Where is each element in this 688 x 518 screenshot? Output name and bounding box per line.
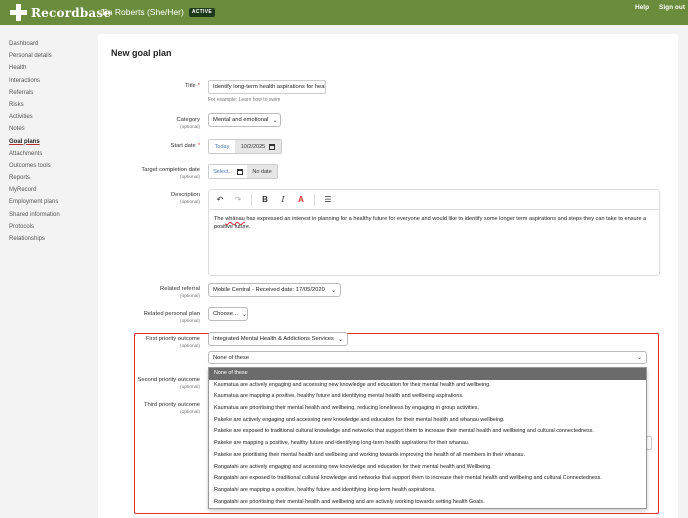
dropdown-option[interactable]: Kaumatua are actively engaging and acces… — [209, 380, 646, 392]
help-link[interactable]: Help — [635, 4, 649, 11]
patient-header: Tia Roberts (She/Her) ACTIVE — [101, 7, 215, 17]
sidebar-item-reports[interactable]: Reports — [9, 172, 89, 184]
text-color-icon[interactable]: A — [296, 195, 306, 204]
second-priority-label: Second priority outcome (optional) — [137, 377, 200, 390]
toolbar-divider — [251, 193, 252, 206]
sidebar-item-activities[interactable]: Activities — [9, 111, 89, 123]
start-date-picker: Today 10/2/2025 — [208, 139, 282, 154]
related-referral-label: Related referral (optional) — [160, 286, 200, 299]
title-input[interactable]: Identify long-term health aspirations fo… — [208, 80, 326, 94]
dropdown-option[interactable]: Pakeke are mapping a positive, healthy f… — [209, 438, 646, 450]
sidebar-item-goal-plans[interactable]: Goal plans — [9, 136, 89, 148]
toolbar-divider — [314, 193, 315, 206]
sidebar-item-shared-information[interactable]: Shared information — [9, 209, 89, 221]
cross-logo-icon — [10, 4, 27, 21]
dropdown-option[interactable]: Kaumatua are mapping a positive, healthy… — [209, 391, 646, 403]
target-date-picker: Select... No date — [208, 164, 278, 179]
related-referral-select[interactable]: Mobile Central - Received date: 17/05/20… — [208, 283, 341, 297]
third-priority-label: Third priority outcome (optional) — [143, 402, 200, 415]
sidebar-item-myrecord[interactable]: MyRecord — [9, 184, 89, 196]
sidebar-item-employment-plans[interactable]: Employment plans — [9, 196, 89, 208]
dropdown-option[interactable]: Rangatahi are exposed to traditional cul… — [209, 473, 646, 485]
top-bar: Recordbase Tia Roberts (She/Her) ACTIVE … — [0, 0, 688, 25]
sidebar-item-health[interactable]: Health — [9, 62, 89, 74]
service-select[interactable]: Integrated Mental Health & Addictions Se… — [208, 332, 348, 346]
no-date-button[interactable]: No date — [247, 165, 277, 178]
sidebar-item-referrals[interactable]: Referrals — [9, 87, 89, 99]
sidebar-item-personal-details[interactable]: Personal details — [9, 50, 89, 62]
title-hint: For example: Learn how to swim — [208, 97, 281, 103]
sidebar-item-notes[interactable]: Notes — [9, 123, 89, 135]
dropdown-option[interactable]: Kaumatua are prioritising their mental h… — [209, 403, 646, 415]
calendar-icon — [269, 143, 276, 150]
chevron-down-icon: ⌄ — [241, 311, 247, 318]
bold-icon[interactable]: B — [260, 195, 270, 204]
editor-toolbar: ↶ ↷ B I A ☰ — [209, 190, 659, 210]
chevron-down-icon: ⌄ — [272, 117, 278, 124]
title-label: Title * — [184, 83, 200, 89]
first-priority-select[interactable]: None of these ⌄ — [208, 351, 647, 364]
sidebar-item-outcomes-tools[interactable]: Outcomes tools — [9, 160, 89, 172]
chevron-down-icon: ⌄ — [636, 355, 642, 361]
undo-icon[interactable]: ↶ — [215, 195, 225, 204]
category-label: Category (optional) — [176, 117, 200, 130]
related-plan-label: Related personal plan (optional) — [143, 311, 200, 324]
bullet-list-icon[interactable]: ☰ — [323, 195, 333, 204]
chevron-down-icon: ⌄ — [337, 336, 343, 343]
sidebar-item-protocols[interactable]: Protocols — [9, 221, 89, 233]
dropdown-option[interactable]: Rangatahi are prioritising their mental … — [209, 497, 646, 509]
sidebar-item-attachments[interactable]: Attachments — [9, 148, 89, 160]
start-date-field[interactable]: 10/2/2025 — [235, 140, 281, 153]
patient-name: Tia Roberts (She/Her) — [101, 7, 184, 17]
first-priority-label: First priority outcome (optional) — [145, 336, 200, 349]
chevron-down-icon: ⌄ — [330, 287, 336, 294]
today-button[interactable]: Today — [209, 140, 235, 153]
dropdown-option[interactable]: Pakeke are actively engaging and accessi… — [209, 415, 646, 427]
logo[interactable]: Recordbase — [10, 4, 111, 21]
brand-name: Recordbase — [31, 5, 112, 20]
sidebar-item-dashboard[interactable]: Dashboard — [9, 38, 89, 50]
description-editor: ↶ ↷ B I A ☰ The whānau has expressed an … — [208, 189, 660, 276]
sidebar-item-relationships[interactable]: Relationships — [9, 233, 89, 245]
dropdown-option[interactable]: Rangatahi are actively engaging and acce… — [209, 462, 646, 474]
status-badge: ACTIVE — [188, 7, 215, 17]
sidebar-nav: Dashboard Personal details Health Intera… — [9, 38, 89, 245]
italic-icon[interactable]: I — [278, 195, 288, 204]
category-select[interactable]: Mental and emotional ⌄ — [208, 113, 281, 127]
dropdown-option[interactable]: Rangatahi are mapping a positive, health… — [209, 485, 646, 497]
target-date-label: Target completion date (optional) — [141, 167, 200, 180]
dropdown-option[interactable]: Pakeke are prioritising their mental hea… — [209, 450, 646, 462]
sign-out-link[interactable]: Sign out — [659, 4, 685, 11]
related-plan-select[interactable]: Choose... ⌄ — [208, 307, 248, 321]
redo-icon[interactable]: ↷ — [233, 195, 243, 204]
calendar-icon — [236, 168, 243, 175]
priority-outcome-dropdown: None of these Kaumatua are actively enga… — [208, 367, 647, 510]
start-date-label: Start date * — [170, 143, 200, 149]
page-title: New goal plan — [111, 48, 172, 58]
description-text[interactable]: The whānau has expressed an interest in … — [209, 210, 659, 236]
dropdown-option[interactable]: Pakeke are exposed to traditional cultur… — [209, 426, 646, 438]
target-date-field[interactable]: Select... — [209, 165, 247, 178]
dropdown-option[interactable]: None of these — [209, 368, 646, 380]
sidebar-item-risks[interactable]: Risks — [9, 99, 89, 111]
sidebar-item-interactions[interactable]: Interactions — [9, 75, 89, 87]
description-label: Description (optional) — [171, 192, 200, 205]
